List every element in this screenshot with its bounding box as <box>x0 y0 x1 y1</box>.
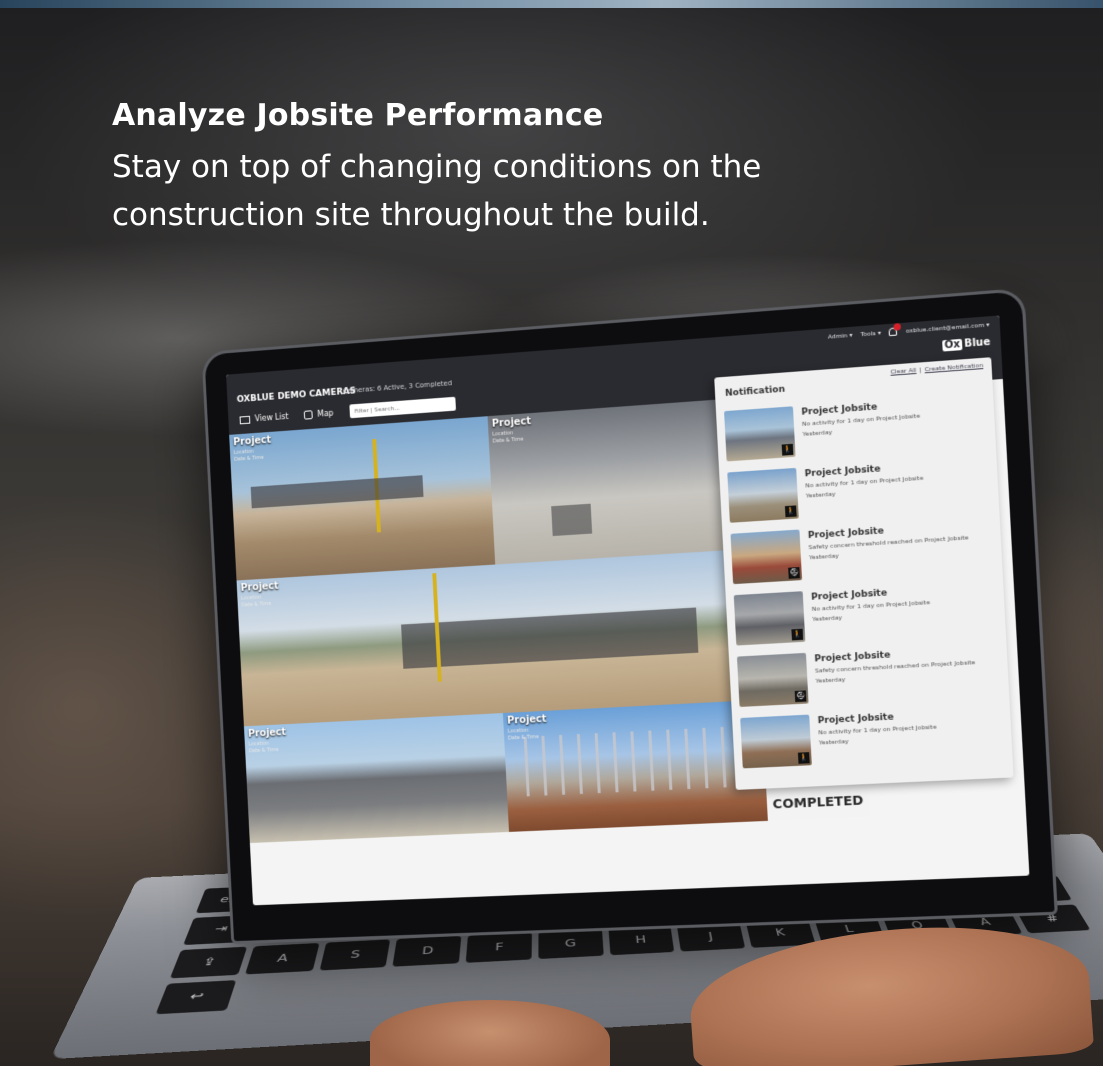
create-notification-link[interactable]: Create Notification <box>924 362 983 373</box>
tools-menu[interactable]: Tools ▾ <box>860 329 881 338</box>
tile-datetime: Date & Time <box>241 600 272 609</box>
action-separator: | <box>919 366 922 374</box>
tile-datetime: Date & Time <box>492 436 524 445</box>
top-accent-strip <box>0 0 1103 8</box>
list-icon <box>239 415 251 424</box>
tile-meta: Location Date & Time <box>241 594 271 609</box>
logo-blue: Blue <box>964 336 991 350</box>
notification-panel: Notification Clear All | Create Notifica… <box>714 357 1014 790</box>
notification-item-time: Yesterday <box>818 738 849 747</box>
notification-thumbnail: ⛑ <box>730 529 803 585</box>
notification-item[interactable]: 🚶 Project Jobsite No activity for 1 day … <box>740 705 1005 780</box>
tile-project-label: Project <box>506 713 547 727</box>
oxblue-logo: Ox Blue <box>942 336 991 352</box>
tile-project-label: Project <box>233 434 272 449</box>
map-icon <box>303 410 313 420</box>
notification-list: 🚶 Project Jobsite No activity for 1 day … <box>724 393 1005 780</box>
key[interactable]: ⇪ <box>169 946 248 979</box>
notification-thumbnail: 🚶 <box>727 467 799 523</box>
walking-person-icon: 🚶 <box>791 628 804 641</box>
notification-count-badge <box>893 322 902 331</box>
hero-subheading: Stay on top of changing conditions on th… <box>112 149 762 233</box>
tile-meta: Location Date & Time <box>508 727 539 742</box>
hard-hat-icon: ⛑ <box>788 567 800 579</box>
notification-thumbnail: ⛑ <box>736 652 809 707</box>
notification-title: Notification <box>724 384 786 399</box>
notification-thumbnail: 🚶 <box>724 406 796 462</box>
notification-thumbnail: 🚶 <box>740 714 812 769</box>
hero-text-block: Analyze Jobsite Performance Stay on top … <box>112 98 932 239</box>
tile-datetime: Date & Time <box>234 454 264 463</box>
admin-menu[interactable]: Admin ▾ <box>828 331 853 340</box>
camera-tile[interactable]: Project Location Date & Time <box>229 416 496 581</box>
app-title: OXBLUE DEMO CAMERAS <box>236 386 357 406</box>
laptop-screen: OXBLUE DEMO CAMERAS Cameras: 6 Active, 3… <box>226 315 1030 906</box>
walking-person-icon: 🚶 <box>781 443 794 456</box>
camera-tile[interactable]: Project Location Date & Time <box>502 699 768 832</box>
map-button[interactable]: Map <box>303 408 334 420</box>
equipment-graphic <box>551 503 593 537</box>
tile-datetime: Date & Time <box>248 747 279 755</box>
notification-actions: Clear All | Create Notification <box>890 362 983 376</box>
camera-tile[interactable]: Project Location Date & Time <box>487 399 724 565</box>
laptop-lid: OXBLUE DEMO CAMERAS Cameras: 6 Active, 3… <box>201 287 1058 945</box>
logo-ox: Ox <box>942 338 963 352</box>
view-list-label: View List <box>254 412 289 424</box>
key[interactable]: ↩ <box>155 979 237 1015</box>
camera-tile[interactable]: Project Location Date & Time <box>243 713 510 844</box>
bell-icon[interactable] <box>888 322 902 337</box>
hard-hat-icon: ⛑ <box>794 690 807 703</box>
user-email-menu[interactable]: oxblue.client@email.com ▾ <box>905 321 989 335</box>
tile-project-label: Project <box>240 580 279 594</box>
tile-meta: Location Date & Time <box>234 448 264 464</box>
camera-tile[interactable]: Project Location Date & Time <box>236 550 732 727</box>
key[interactable]: F <box>465 931 532 963</box>
tile-meta: Location Date & Time <box>248 740 278 755</box>
key[interactable]: A <box>244 942 320 975</box>
view-list-button[interactable]: View List <box>239 412 289 424</box>
steel-frame-graphic <box>250 475 424 509</box>
tile-project-label: Project <box>247 727 287 740</box>
key[interactable]: D <box>392 935 462 967</box>
tile-project-label: Project <box>491 416 532 430</box>
walking-person-icon: 🚶 <box>784 505 797 518</box>
filter-search-input[interactable] <box>349 396 457 419</box>
building-frame-graphic <box>401 607 699 669</box>
map-label: Map <box>317 408 334 419</box>
tile-meta: Location Date & Time <box>492 430 523 446</box>
steel-frame-graphic <box>523 725 756 797</box>
key[interactable]: S <box>319 938 391 971</box>
clear-all-link[interactable]: Clear All <box>890 367 916 376</box>
cameras-summary: Cameras: 6 Active, 3 Completed <box>342 379 453 396</box>
notification-thumbnail: 🚶 <box>733 591 806 646</box>
walking-person-icon: 🚶 <box>797 752 810 764</box>
hero-heading: Analyze Jobsite Performance <box>112 98 604 133</box>
